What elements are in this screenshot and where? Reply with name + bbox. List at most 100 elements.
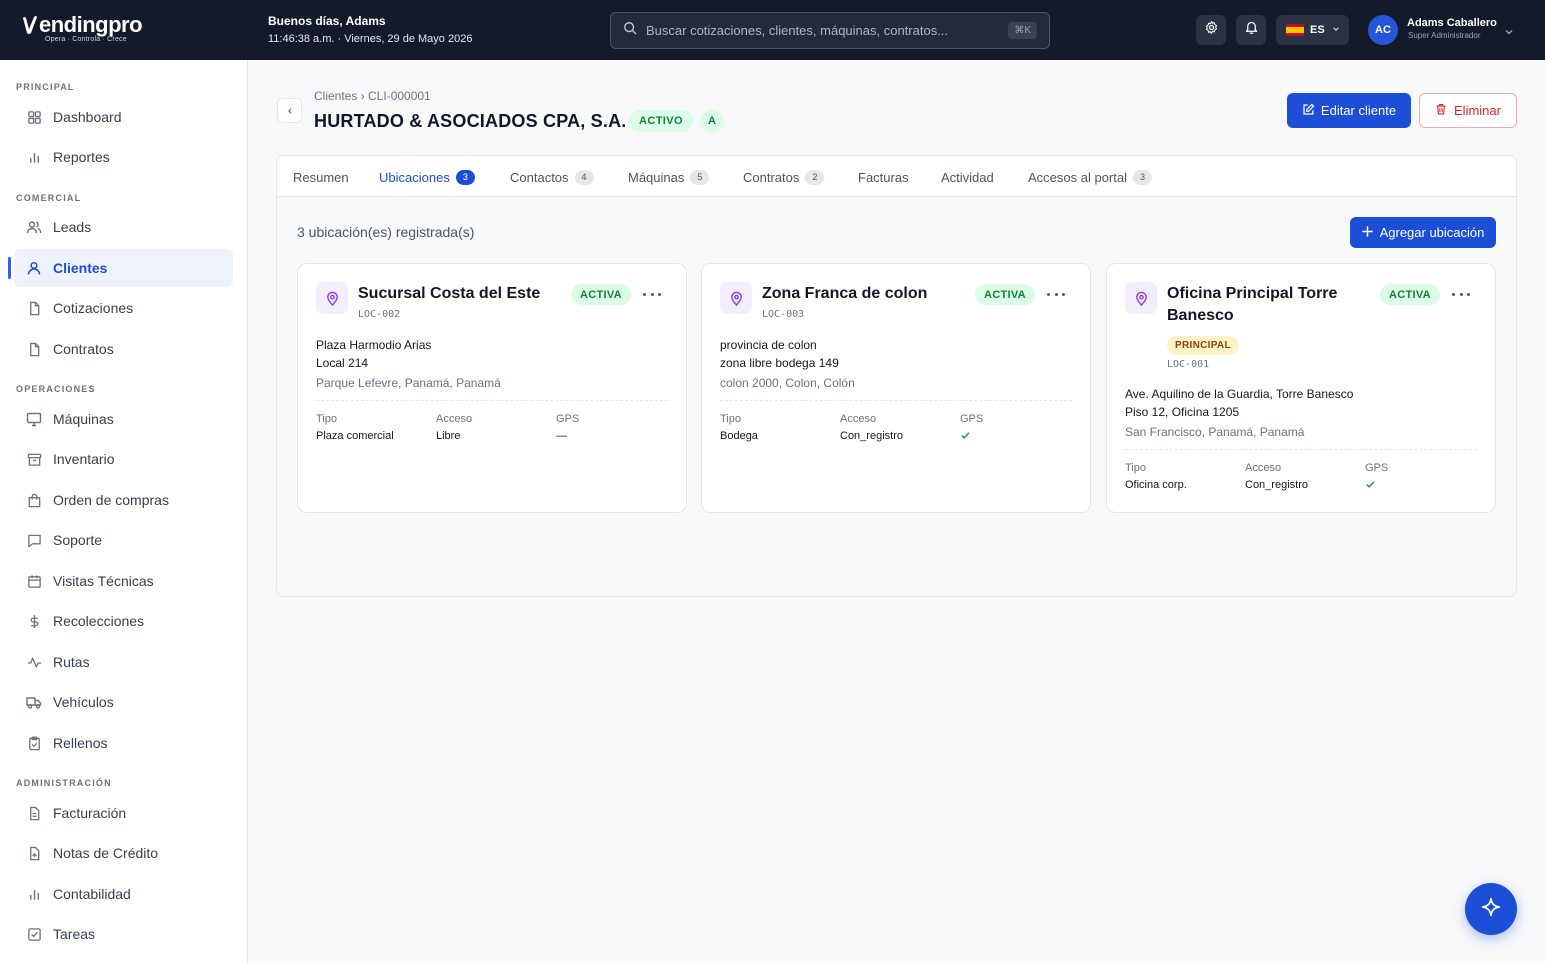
sidebar-item-clientes[interactable]: Clientes — [14, 249, 233, 287]
location-status-badge: ACTIVA — [975, 284, 1035, 305]
edit-client-button[interactable]: Editar cliente — [1287, 93, 1411, 128]
back-button[interactable] — [277, 98, 302, 123]
tab-accesos[interactable]: Accesos al portal 3 — [1028, 156, 1152, 198]
notifications-button[interactable] — [1236, 15, 1266, 45]
meta-label: Tipo — [316, 413, 337, 425]
global-search[interactable]: Buscar cotizaciones, clientes, máquinas,… — [610, 12, 1050, 49]
principal-badge: PRINCIPAL — [1167, 336, 1239, 355]
tab-facturas[interactable]: Facturas — [858, 156, 909, 198]
language-selector[interactable]: ES — [1276, 15, 1349, 45]
search-input[interactable]: Buscar cotizaciones, clientes, máquinas,… — [646, 23, 1008, 38]
sidebar-item-label: Inventario — [53, 451, 115, 467]
location-name: Sucursal Costa del Este — [358, 285, 541, 302]
tab-contratos[interactable]: Contratos 2 — [743, 156, 825, 198]
file-icon — [26, 341, 42, 357]
breadcrumb[interactable]: Clientes › CLI-000001 — [314, 89, 431, 103]
map-pin-icon — [720, 282, 752, 314]
add-location-button[interactable]: Agregar ubicación — [1350, 217, 1496, 248]
tab-label: Facturas — [858, 169, 909, 185]
sidebar-item-contratos[interactable]: Contratos — [14, 330, 233, 368]
card-divider — [316, 400, 668, 401]
sidebar-item-rellenos[interactable]: Rellenos — [14, 724, 233, 762]
sidebar-item-recolecciones[interactable]: Recolecciones — [14, 602, 233, 640]
sidebar-item-notas-credito[interactable]: Notas de Crédito — [14, 834, 233, 872]
map-pin-icon — [316, 282, 348, 314]
dollar-icon — [26, 613, 42, 629]
location-gps: GPS — [1365, 462, 1388, 493]
location-address-line1: Plaza Harmodio Arias — [316, 338, 432, 352]
tab-resumen[interactable]: Resumen — [293, 156, 349, 198]
logo-mark-icon — [20, 15, 38, 35]
message-icon — [26, 532, 42, 548]
bell-icon — [1244, 20, 1259, 40]
location-code: LOC-002 — [358, 309, 401, 320]
sidebar-item-label: Rellenos — [53, 735, 108, 751]
tab-actividad[interactable]: Actividad — [941, 156, 994, 198]
current-datetime: 11:46:38 a.m. · Viernes, 29 de Mayo 2026 — [268, 33, 473, 45]
tab-label: Ubicaciones — [379, 169, 450, 185]
delete-client-label: Eliminar — [1454, 103, 1501, 118]
location-city: San Francisco, Panamá, Panamá — [1125, 425, 1305, 439]
location-card[interactable]: Oficina Principal Torre Banesco ACTIVA P… — [1106, 263, 1496, 513]
grid-icon — [26, 109, 42, 125]
meta-label: Tipo — [1125, 462, 1146, 474]
brand-logo[interactable]: endingpro Opera · Controla · Crece — [20, 12, 143, 43]
user-avatar[interactable]: AC — [1368, 15, 1398, 45]
sidebar-item-label: Contabilidad — [53, 886, 131, 902]
tab-maquinas[interactable]: Máquinas 5 — [628, 156, 710, 198]
sidebar-item-reportes[interactable]: Reportes — [14, 138, 233, 176]
sidebar-item-cotizaciones[interactable]: Cotizaciones — [14, 289, 233, 327]
active-indicator — [8, 257, 11, 279]
sidebar-item-vehiculos[interactable]: Vehículos — [14, 683, 233, 721]
bar-chart-icon — [26, 149, 42, 165]
sidebar-item-leads[interactable]: Leads — [14, 208, 233, 246]
tab-ubicaciones[interactable]: Ubicaciones 3 — [379, 156, 475, 199]
card-divider — [720, 400, 1072, 401]
more-options-icon[interactable] — [643, 288, 661, 300]
location-tipo: Tipo Plaza comercial — [316, 413, 394, 442]
sidebar-item-label: Rutas — [53, 654, 90, 670]
location-name: Zona Franca de colon — [762, 285, 928, 302]
sidebar-item-label: Leads — [53, 219, 92, 235]
sidebar-item-rutas[interactable]: Rutas — [14, 643, 233, 681]
sidebar-item-tareas[interactable]: Tareas — [14, 915, 233, 953]
chevron-down-icon — [1332, 24, 1340, 36]
location-acceso: Acceso Con_registro — [1245, 462, 1308, 491]
location-address-line2: zona libre bodega 149 — [720, 356, 839, 370]
search-icon — [623, 21, 637, 40]
sidebar-item-label: Visitas Técnicas — [53, 573, 154, 589]
trash-icon — [1435, 103, 1447, 118]
sidebar-item-visitas[interactable]: Visitas Técnicas — [14, 562, 233, 600]
card-divider — [1125, 449, 1477, 450]
sidebar-item-orden-compras[interactable]: Orden de compras — [14, 481, 233, 519]
sidebar-item-facturacion[interactable]: Facturación — [14, 794, 233, 832]
assistant-fab-button[interactable] — [1465, 883, 1517, 935]
top-bar: endingpro Opera · Controla · Crece Bueno… — [0, 0, 1545, 60]
sidebar-item-maquinas[interactable]: Máquinas — [14, 400, 233, 438]
location-card[interactable]: Zona Franca de colon ACTIVA LOC-003 prov… — [701, 263, 1091, 513]
sidebar-item-dashboard[interactable]: Dashboard — [14, 98, 233, 136]
greeting-block: Buenos días, Adams 11:46:38 a.m. · Viern… — [268, 14, 472, 46]
status-badge: ACTIVO — [629, 110, 693, 132]
sidebar-item-inventario[interactable]: Inventario — [14, 440, 233, 478]
location-acceso: Acceso Libre — [436, 413, 472, 442]
location-status-badge: ACTIVA — [571, 284, 631, 305]
settings-button[interactable] — [1196, 15, 1226, 45]
location-name: Oficina Principal Torre Banesco — [1167, 285, 1338, 324]
location-city: Parque Lefevre, Panamá, Panamá — [316, 376, 501, 390]
sparkle-icon — [1480, 896, 1502, 923]
archive-icon — [26, 451, 42, 467]
sidebar: PRINCIPAL Dashboard Reportes COMERCIAL L… — [0, 60, 248, 963]
grade-badge: A — [700, 110, 724, 132]
section-operaciones: OPERACIONES — [16, 384, 96, 394]
sidebar-item-contabilidad[interactable]: Contabilidad — [14, 875, 233, 913]
tab-contactos[interactable]: Contactos 4 — [510, 156, 594, 198]
more-options-icon[interactable] — [1452, 288, 1470, 300]
user-menu-chevron-icon[interactable] — [1504, 24, 1514, 42]
sidebar-item-soporte[interactable]: Soporte — [14, 521, 233, 559]
more-options-icon[interactable] — [1047, 288, 1065, 300]
location-card[interactable]: Sucursal Costa del Este ACTIVA LOC-002 P… — [297, 263, 687, 513]
user-name[interactable]: Adams Caballero — [1407, 17, 1497, 30]
sidebar-item-label: Vehículos — [53, 694, 114, 710]
delete-client-button[interactable]: Eliminar — [1419, 93, 1517, 128]
